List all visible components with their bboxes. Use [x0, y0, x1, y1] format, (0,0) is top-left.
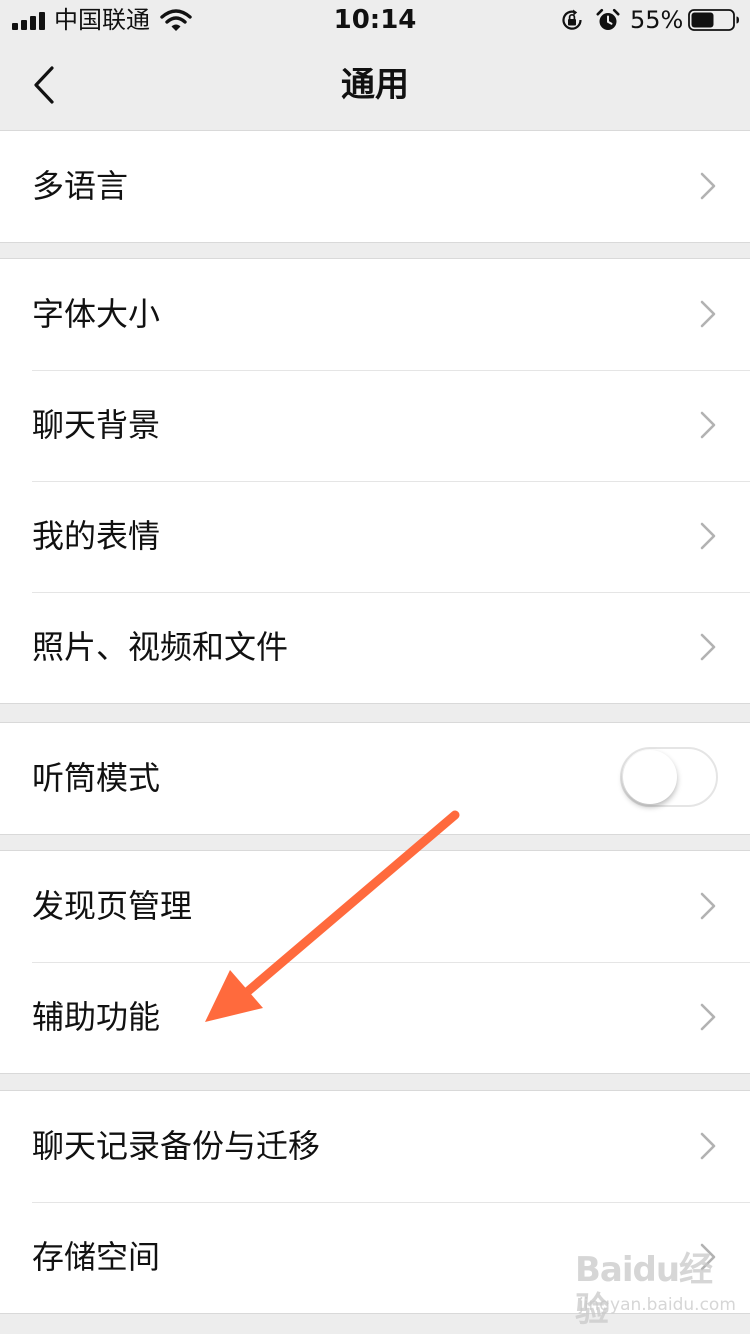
watermark-url: jingyan.baidu.com	[579, 1295, 736, 1315]
watermark-main: Baidu经验	[575, 1250, 713, 1330]
toggle-knob	[623, 750, 677, 804]
nav-bar: 通用	[0, 40, 750, 131]
settings-item-accessibility[interactable]: 辅助功能	[0, 962, 750, 1073]
alarm-icon	[596, 8, 620, 30]
settings-item-photos-videos-files[interactable]: 照片、视频和文件	[0, 592, 750, 703]
chevron-right-icon	[700, 1132, 716, 1160]
chevron-right-icon	[700, 411, 716, 439]
watermark-logo: Baidu经验 jingyan.baidu.com	[575, 1250, 745, 1330]
settings-item-label: 聊天背景	[32, 406, 161, 444]
chevron-right-icon	[700, 633, 716, 661]
settings-item-label: 聊天记录备份与迁移	[32, 1127, 321, 1165]
chevron-right-icon	[700, 172, 716, 200]
battery-percent: 55%	[630, 6, 684, 34]
settings-group-earpiece: 听筒模式	[0, 722, 750, 835]
settings-group-language: 多语言	[0, 130, 750, 243]
earpiece-mode-toggle[interactable]	[620, 747, 718, 807]
settings-item-chat-backup-migration[interactable]: 聊天记录备份与迁移	[0, 1091, 750, 1202]
settings-item-label: 多语言	[32, 167, 129, 205]
chevron-right-icon	[700, 1003, 716, 1031]
settings-item-label: 字体大小	[32, 295, 161, 333]
settings-item-label: 听筒模式	[32, 759, 161, 797]
status-bar: 中国联通 10:14 55%	[0, 0, 750, 40]
settings-item-label: 我的表情	[32, 517, 161, 555]
settings-group-display: 字体大小 聊天背景 我的表情 照片、视频和文件	[0, 258, 750, 704]
chevron-right-icon	[700, 300, 716, 328]
page-title: 通用	[341, 65, 409, 105]
settings-item-earpiece-mode: 听筒模式	[0, 723, 750, 834]
settings-item-discover-management[interactable]: 发现页管理	[0, 851, 750, 962]
battery-icon	[688, 9, 739, 31]
chevron-right-icon	[700, 522, 716, 550]
rotation-lock-icon	[562, 9, 582, 30]
chevron-right-icon	[700, 892, 716, 920]
settings-group-features: 发现页管理 辅助功能	[0, 850, 750, 1074]
settings-item-chat-background[interactable]: 聊天背景	[0, 370, 750, 481]
settings-item-my-stickers[interactable]: 我的表情	[0, 481, 750, 592]
settings-item-label: 发现页管理	[32, 887, 193, 925]
settings-item-label: 存储空间	[32, 1238, 161, 1276]
settings-item-language[interactable]: 多语言	[0, 131, 750, 242]
settings-item-label: 照片、视频和文件	[32, 628, 289, 666]
settings-item-font-size[interactable]: 字体大小	[0, 259, 750, 370]
settings-item-label: 辅助功能	[32, 998, 161, 1036]
